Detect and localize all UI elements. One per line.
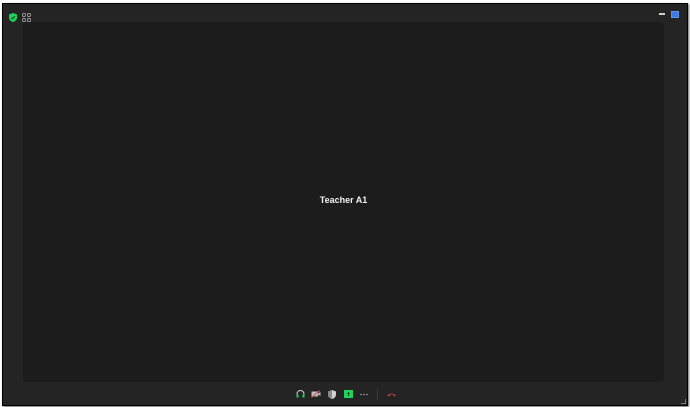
- camera-off-icon[interactable]: [311, 389, 321, 399]
- headphones-icon[interactable]: [295, 389, 305, 399]
- shield-icon[interactable]: [327, 389, 337, 399]
- video-tile[interactable]: Teacher A1: [23, 22, 664, 382]
- toolbar-divider: [377, 388, 378, 400]
- meeting-window: Teacher A1: [2, 3, 688, 406]
- meeting-toolbar: [295, 388, 396, 400]
- more-icon[interactable]: [359, 389, 369, 399]
- participant-name: Teacher A1: [319, 195, 368, 205]
- share-screen-icon[interactable]: [343, 389, 353, 399]
- title-bar: [3, 4, 687, 23]
- minimize-icon[interactable]: [659, 13, 665, 15]
- maximize-icon[interactable]: [671, 11, 679, 18]
- resize-handle[interactable]: [681, 399, 686, 404]
- shield-check-icon[interactable]: [9, 9, 17, 27]
- hang-up-icon[interactable]: [386, 389, 396, 399]
